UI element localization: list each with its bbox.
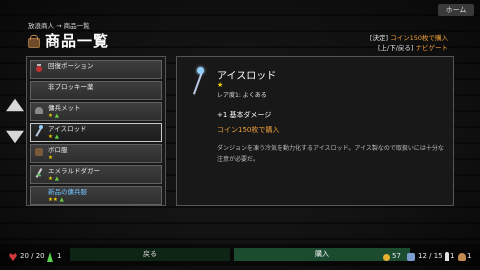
detail-rarity-text: レア度1: よくある <box>217 92 267 99</box>
item-name: エメラルドダガー <box>48 167 100 175</box>
food-icon <box>458 253 466 261</box>
upgrade-triangle-icon: ▲ <box>54 176 59 182</box>
item-name: 傭兵メット <box>48 104 81 112</box>
list-item[interactable]: 非ブロッキー薬 <box>30 81 162 100</box>
hint-confirm: [決定] コイン150枚で購入 <box>370 33 448 43</box>
detail-rarity-stars: ★ <box>217 81 224 89</box>
empty-icon <box>34 84 44 94</box>
potion-icon <box>34 63 44 73</box>
rarity-star-icon: ★★ <box>48 197 58 203</box>
back-button[interactable]: 戻る <box>70 248 230 261</box>
hp-value: 20 / 20 <box>20 252 45 260</box>
hint-navigate-key: [上/下/戻る] <box>377 44 414 52</box>
item-name: ボロ服 <box>48 146 68 154</box>
list-item[interactable]: 回復ポーション <box>30 60 162 79</box>
empty-icon <box>34 189 44 199</box>
rarity-star-icon: ★ <box>48 134 53 140</box>
gold-count: 57 <box>392 252 401 260</box>
scroll-down-arrow-icon[interactable] <box>6 130 24 144</box>
detail-effect: +1 基本ダメージ <box>217 111 272 119</box>
item-list: 回復ポーション 非ブロッキー薬 傭兵メット ★ ▲ アイスロッド ★ ▲ ボロ服… <box>26 56 166 206</box>
key-count: 1 <box>450 252 455 260</box>
scroll-up-arrow-icon[interactable] <box>6 98 24 112</box>
helmet-icon <box>34 105 44 115</box>
item-name: 非ブロッキー薬 <box>48 83 94 91</box>
detail-description: ダンジョンを凍う冷気を動力化するアイスロッド。アイス製なので取扱いには十分な注意… <box>217 145 444 163</box>
hint-navigate-action: ナビゲート <box>415 44 449 52</box>
rod-icon <box>34 125 44 136</box>
cloth-icon <box>34 147 44 157</box>
list-item-selected[interactable]: アイスロッド ★ ▲ <box>30 123 162 142</box>
rarity-star-icon: ★ <box>48 113 53 119</box>
key-icon <box>445 252 449 261</box>
upgrade-triangle-icon: ▲ <box>54 113 59 119</box>
rarity-star-icon: ★ <box>48 176 53 182</box>
item-name: 新品の傭兵服 <box>48 188 87 196</box>
item-name: アイスロッド <box>48 125 87 133</box>
list-item[interactable]: 新品の傭兵服 ★★ ▲ <box>30 186 162 205</box>
ice-rod-icon <box>191 67 205 95</box>
detail-price: コイン150枚で購入 <box>217 126 280 134</box>
list-item[interactable]: ボロ服 ★ <box>30 144 162 163</box>
detail-item-name: アイスロッド <box>217 71 277 82</box>
item-detail-panel: アイスロッド ★ レア度1: よくある +1 基本ダメージ コイン150枚で購入… <box>176 56 454 206</box>
rarity-star-icon: ★ <box>48 155 53 161</box>
list-item[interactable]: 傭兵メット ★ ▲ <box>30 102 162 121</box>
control-hints: [決定] コイン150枚で購入 [上/下/戻る] ナビゲート <box>370 33 448 53</box>
hint-navigate: [上/下/戻る] ナビゲート <box>370 43 448 53</box>
title-row: 商品一覧 <box>26 30 109 51</box>
inventory-count: 12 / 15 <box>418 252 443 260</box>
treasure-chest-icon <box>26 34 40 48</box>
upgrade-triangle-icon: ▲ <box>54 134 59 140</box>
mp-value: 1 <box>57 252 62 260</box>
dagger-icon <box>34 168 44 178</box>
hint-confirm-key: [決定] <box>369 34 388 42</box>
breadcrumb: 放浪商人 → 商品一覧 <box>28 22 90 30</box>
coin-icon <box>383 254 390 261</box>
hint-confirm-action: コイン150枚で購入 <box>390 34 448 42</box>
item-name: 回復ポーション <box>48 62 94 70</box>
food-count: 1 <box>467 252 472 260</box>
bag-icon <box>407 253 415 261</box>
upgrade-triangle-icon: ▲ <box>59 197 64 203</box>
page-title: 商品一覧 <box>45 32 110 50</box>
list-item[interactable]: エメラルドダガー ★ ▲ <box>30 165 162 184</box>
home-button[interactable]: ホーム <box>438 4 474 16</box>
